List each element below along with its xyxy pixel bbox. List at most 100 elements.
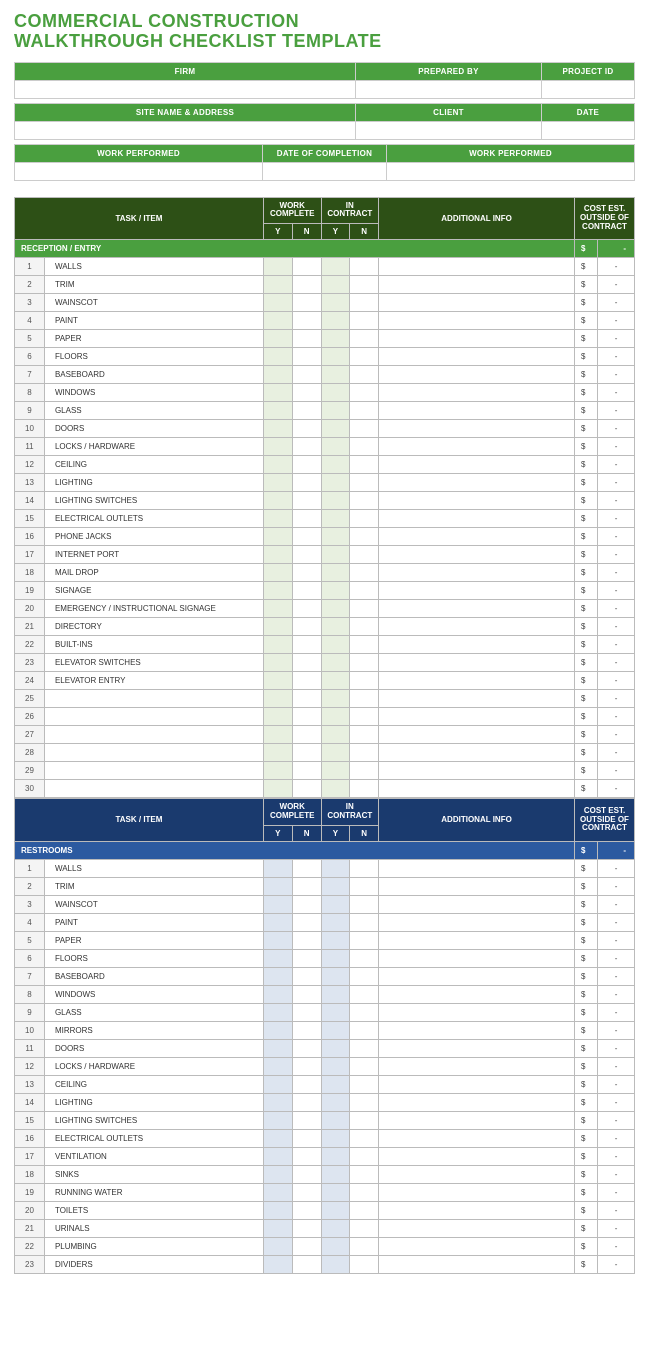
cost-value-cell[interactable]: -: [598, 1129, 635, 1147]
additional-info-cell[interactable]: [379, 1057, 575, 1075]
wc-n-cell[interactable]: [292, 258, 321, 276]
additional-info-cell[interactable]: [379, 528, 575, 546]
wc-y-cell[interactable]: [263, 1003, 292, 1021]
cost-value-cell[interactable]: -: [598, 492, 635, 510]
additional-info-cell[interactable]: [379, 1111, 575, 1129]
wc-n-cell[interactable]: [292, 780, 321, 798]
ic-y-cell[interactable]: [321, 1255, 350, 1273]
wc-y-cell[interactable]: [263, 564, 292, 582]
ic-y-cell[interactable]: [321, 564, 350, 582]
cost-value-cell[interactable]: -: [598, 762, 635, 780]
wc-y-cell[interactable]: [263, 600, 292, 618]
additional-info-cell[interactable]: [379, 564, 575, 582]
wc-y-cell[interactable]: [263, 528, 292, 546]
ic-y-cell[interactable]: [321, 384, 350, 402]
cost-value-cell[interactable]: -: [598, 672, 635, 690]
ic-n-cell[interactable]: [350, 582, 379, 600]
cost-value-cell[interactable]: -: [598, 895, 635, 913]
wc-y-cell[interactable]: [263, 1237, 292, 1255]
meta-prepared-input[interactable]: [356, 80, 542, 98]
wc-n-cell[interactable]: [292, 546, 321, 564]
additional-info-cell[interactable]: [379, 294, 575, 312]
ic-n-cell[interactable]: [350, 528, 379, 546]
ic-n-cell[interactable]: [350, 895, 379, 913]
ic-y-cell[interactable]: [321, 895, 350, 913]
wc-y-cell[interactable]: [263, 330, 292, 348]
wc-n-cell[interactable]: [292, 1237, 321, 1255]
wc-n-cell[interactable]: [292, 636, 321, 654]
wc-y-cell[interactable]: [263, 1093, 292, 1111]
wc-y-cell[interactable]: [263, 510, 292, 528]
wc-y-cell[interactable]: [263, 294, 292, 312]
cost-value-cell[interactable]: -: [598, 420, 635, 438]
ic-y-cell[interactable]: [321, 1093, 350, 1111]
wc-y-cell[interactable]: [263, 931, 292, 949]
wc-y-cell[interactable]: [263, 384, 292, 402]
ic-n-cell[interactable]: [350, 985, 379, 1003]
wc-n-cell[interactable]: [292, 330, 321, 348]
additional-info-cell[interactable]: [379, 1147, 575, 1165]
ic-n-cell[interactable]: [350, 1219, 379, 1237]
cost-value-cell[interactable]: -: [598, 967, 635, 985]
ic-y-cell[interactable]: [321, 546, 350, 564]
ic-y-cell[interactable]: [321, 913, 350, 931]
wc-n-cell[interactable]: [292, 1039, 321, 1057]
ic-y-cell[interactable]: [321, 967, 350, 985]
cost-value-cell[interactable]: -: [598, 949, 635, 967]
wc-n-cell[interactable]: [292, 690, 321, 708]
ic-n-cell[interactable]: [350, 1183, 379, 1201]
ic-n-cell[interactable]: [350, 1111, 379, 1129]
wc-n-cell[interactable]: [292, 1075, 321, 1093]
ic-n-cell[interactable]: [350, 420, 379, 438]
additional-info-cell[interactable]: [379, 276, 575, 294]
additional-info-cell[interactable]: [379, 913, 575, 931]
ic-n-cell[interactable]: [350, 1021, 379, 1039]
ic-n-cell[interactable]: [350, 510, 379, 528]
cost-value-cell[interactable]: -: [598, 1093, 635, 1111]
ic-y-cell[interactable]: [321, 600, 350, 618]
additional-info-cell[interactable]: [379, 1129, 575, 1147]
wc-n-cell[interactable]: [292, 492, 321, 510]
wc-n-cell[interactable]: [292, 931, 321, 949]
ic-n-cell[interactable]: [350, 546, 379, 564]
ic-y-cell[interactable]: [321, 366, 350, 384]
additional-info-cell[interactable]: [379, 492, 575, 510]
ic-n-cell[interactable]: [350, 708, 379, 726]
wc-y-cell[interactable]: [263, 582, 292, 600]
cost-value-cell[interactable]: -: [598, 1201, 635, 1219]
wc-y-cell[interactable]: [263, 895, 292, 913]
ic-n-cell[interactable]: [350, 1093, 379, 1111]
wc-y-cell[interactable]: [263, 618, 292, 636]
wc-n-cell[interactable]: [292, 1129, 321, 1147]
additional-info-cell[interactable]: [379, 1237, 575, 1255]
additional-info-cell[interactable]: [379, 258, 575, 276]
wc-y-cell[interactable]: [263, 402, 292, 420]
cost-value-cell[interactable]: -: [598, 456, 635, 474]
cost-value-cell[interactable]: -: [598, 636, 635, 654]
wc-n-cell[interactable]: [292, 1183, 321, 1201]
wc-n-cell[interactable]: [292, 1201, 321, 1219]
cost-value-cell[interactable]: -: [598, 348, 635, 366]
additional-info-cell[interactable]: [379, 1201, 575, 1219]
cost-value-cell[interactable]: -: [598, 1183, 635, 1201]
cost-value-cell[interactable]: -: [598, 258, 635, 276]
cost-value-cell[interactable]: -: [598, 931, 635, 949]
wc-n-cell[interactable]: [292, 762, 321, 780]
ic-y-cell[interactable]: [321, 438, 350, 456]
cost-value-cell[interactable]: -: [598, 1219, 635, 1237]
wc-y-cell[interactable]: [263, 1165, 292, 1183]
additional-info-cell[interactable]: [379, 348, 575, 366]
cost-value-cell[interactable]: -: [598, 312, 635, 330]
wc-y-cell[interactable]: [263, 1147, 292, 1165]
wc-y-cell[interactable]: [263, 438, 292, 456]
ic-y-cell[interactable]: [321, 762, 350, 780]
meta-work-input[interactable]: [15, 162, 263, 180]
cost-value-cell[interactable]: -: [598, 1057, 635, 1075]
wc-y-cell[interactable]: [263, 949, 292, 967]
wc-n-cell[interactable]: [292, 1147, 321, 1165]
wc-n-cell[interactable]: [292, 1111, 321, 1129]
wc-n-cell[interactable]: [292, 276, 321, 294]
meta-client-input[interactable]: [356, 121, 542, 139]
ic-y-cell[interactable]: [321, 1129, 350, 1147]
cost-value-cell[interactable]: -: [598, 1255, 635, 1273]
